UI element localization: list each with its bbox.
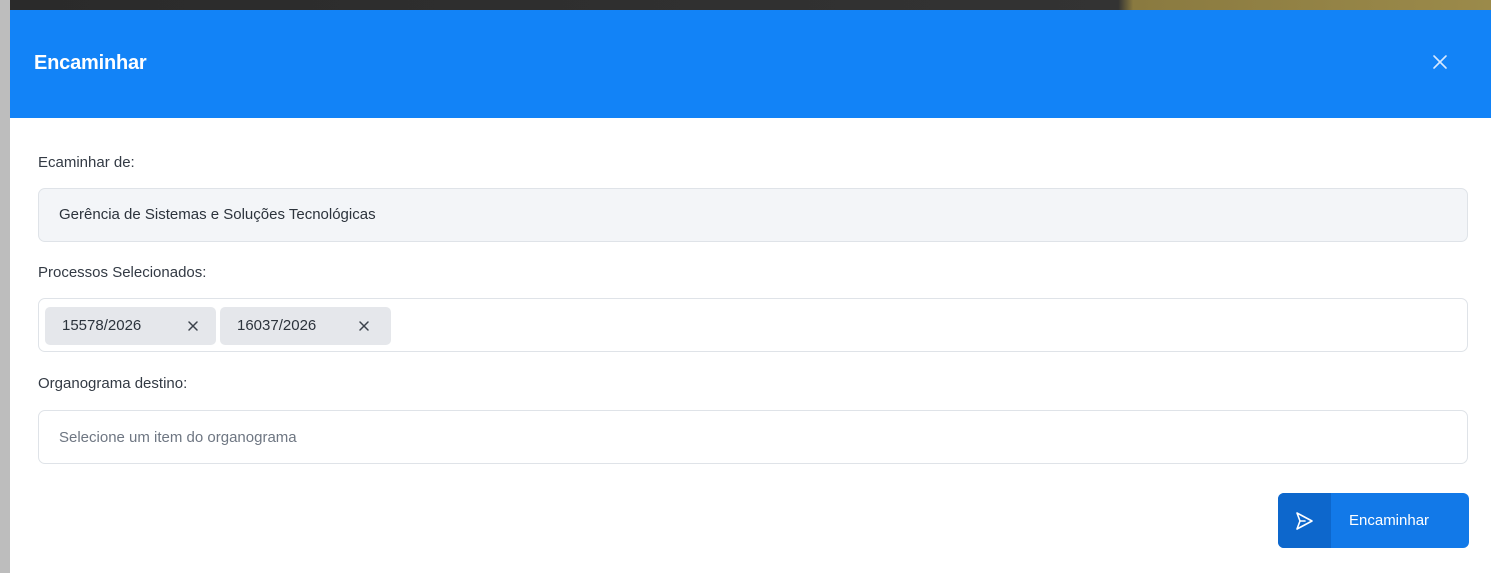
close-icon[interactable]	[1428, 50, 1452, 74]
processes-label: Processos Selecionados:	[38, 264, 207, 281]
submit-icon-area	[1278, 493, 1331, 548]
process-chip: 15578/2026	[45, 307, 216, 345]
remove-chip-icon[interactable]	[357, 319, 371, 333]
background-page-edge	[0, 0, 10, 573]
destination-placeholder: Selecione um item do organograma	[59, 429, 297, 446]
dialog-title: Encaminhar	[34, 52, 147, 74]
dialog-header: Encaminhar	[10, 10, 1491, 118]
process-chip-label: 16037/2026	[237, 317, 317, 334]
process-chip-label: 15578/2026	[62, 317, 142, 334]
forward-submit-button[interactable]: Encaminhar	[1278, 493, 1469, 548]
process-chip: 16037/2026	[220, 307, 391, 345]
from-label: Ecaminhar de:	[38, 154, 135, 171]
processes-multiselect[interactable]: 15578/2026 16037/2026	[38, 298, 1468, 352]
forward-dialog: Encaminhar Ecaminhar de: Gerência de Sis…	[10, 10, 1491, 573]
send-icon	[1293, 510, 1315, 532]
submit-label: Encaminhar	[1349, 512, 1430, 529]
from-field: Gerência de Sistemas e Soluções Tecnológ…	[38, 188, 1468, 242]
remove-chip-icon[interactable]	[186, 319, 200, 333]
destination-select[interactable]: Selecione um item do organograma	[38, 410, 1468, 464]
destination-label: Organograma destino:	[38, 375, 188, 392]
from-value: Gerência de Sistemas e Soluções Tecnológ…	[59, 206, 376, 223]
